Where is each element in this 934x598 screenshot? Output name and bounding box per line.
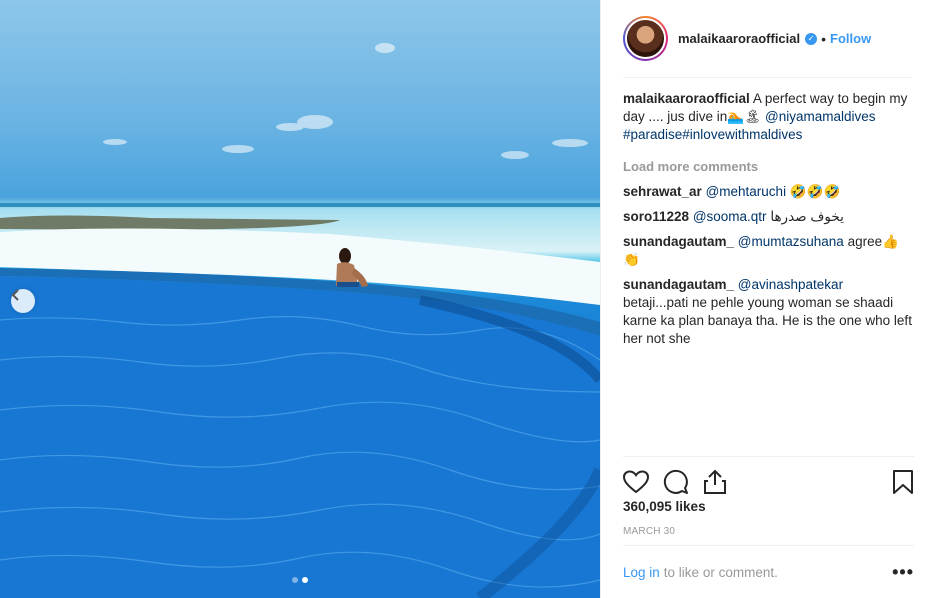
comment-icon (663, 469, 688, 494)
comment-username[interactable]: sunandagautam_ (623, 277, 734, 292)
share-button[interactable] (703, 462, 743, 502)
post-header: malaikaaroraofficial ✓ • Follow (623, 0, 912, 78)
more-options-icon[interactable]: ••• (892, 562, 914, 583)
comment-mention-link[interactable]: @sooma.qtr (693, 209, 767, 224)
instagram-post: malaikaaroraofficial ✓ • Follow malaikaa… (0, 0, 934, 598)
comment-text: betaji...pati ne pehle young woman se sh… (623, 295, 912, 346)
comment-username[interactable]: soro11228 (623, 209, 689, 224)
avatar[interactable] (623, 16, 668, 61)
comment-text: 🤣🤣🤣 (789, 184, 841, 199)
chevron-left-icon (11, 289, 19, 301)
login-prompt-text: to like or comment. (663, 564, 778, 580)
carousel-dot (292, 577, 298, 583)
post-image[interactable] (0, 0, 600, 598)
comment-item: sunandagautam_ @mumtazsuhana agree👍👏 (623, 233, 914, 269)
carousel-indicator (0, 577, 600, 583)
post-date[interactable]: MARCH 30 (623, 526, 675, 537)
comment-text: يخوف صدرها (770, 209, 844, 224)
comment-mention-link[interactable]: @mumtazsuhana (738, 234, 844, 249)
header-username[interactable]: malaikaaroraofficial (678, 31, 800, 46)
separator: • (821, 30, 827, 47)
comment-item: sehrawat_ar @mehtaruchi 🤣🤣🤣 (623, 183, 914, 201)
heart-icon (623, 469, 649, 493)
verified-badge-icon: ✓ (805, 32, 818, 45)
save-button[interactable] (874, 462, 914, 502)
comment-item: soro11228 @sooma.qtr يخوف صدرها (623, 208, 914, 226)
login-link[interactable]: Log in (623, 565, 660, 580)
caption-mention-link[interactable]: @niyamamaldives (765, 109, 876, 124)
avatar-image (625, 18, 666, 59)
comments-section: malaikaaroraofficial A perfect way to be… (623, 90, 914, 355)
post-sidebar: malaikaaroraofficial ✓ • Follow malaikaa… (600, 0, 934, 598)
likes-count[interactable]: 360,095 likes (623, 499, 706, 514)
like-button[interactable] (623, 462, 663, 502)
comment-item: sunandagautam_ @avinashpatekar betaji...… (623, 276, 914, 348)
comment-username[interactable]: sunandagautam_ (623, 234, 734, 249)
pool-scene-illustration (0, 43, 600, 598)
comment-mention-link[interactable]: @avinashpatekar (738, 277, 843, 292)
follow-button[interactable]: Follow (830, 31, 871, 46)
carousel-previous-button[interactable] (11, 289, 35, 313)
comment-username[interactable]: sehrawat_ar (623, 184, 702, 199)
share-icon (704, 469, 726, 494)
comment-mention-link[interactable]: @mehtaruchi (706, 184, 787, 199)
comment-button[interactable] (663, 462, 703, 502)
caption-username[interactable]: malaikaaroraofficial (623, 91, 750, 106)
post-caption: malaikaaroraofficial A perfect way to be… (623, 90, 914, 144)
login-prompt: Log in to like or comment. ••• (623, 545, 914, 598)
bookmark-icon (893, 469, 913, 494)
carousel-dot-active (302, 577, 308, 583)
load-more-comments-button[interactable]: Load more comments (623, 158, 914, 176)
caption-hashtag-links[interactable]: #paradise#inlovewithmaldives (623, 127, 802, 142)
